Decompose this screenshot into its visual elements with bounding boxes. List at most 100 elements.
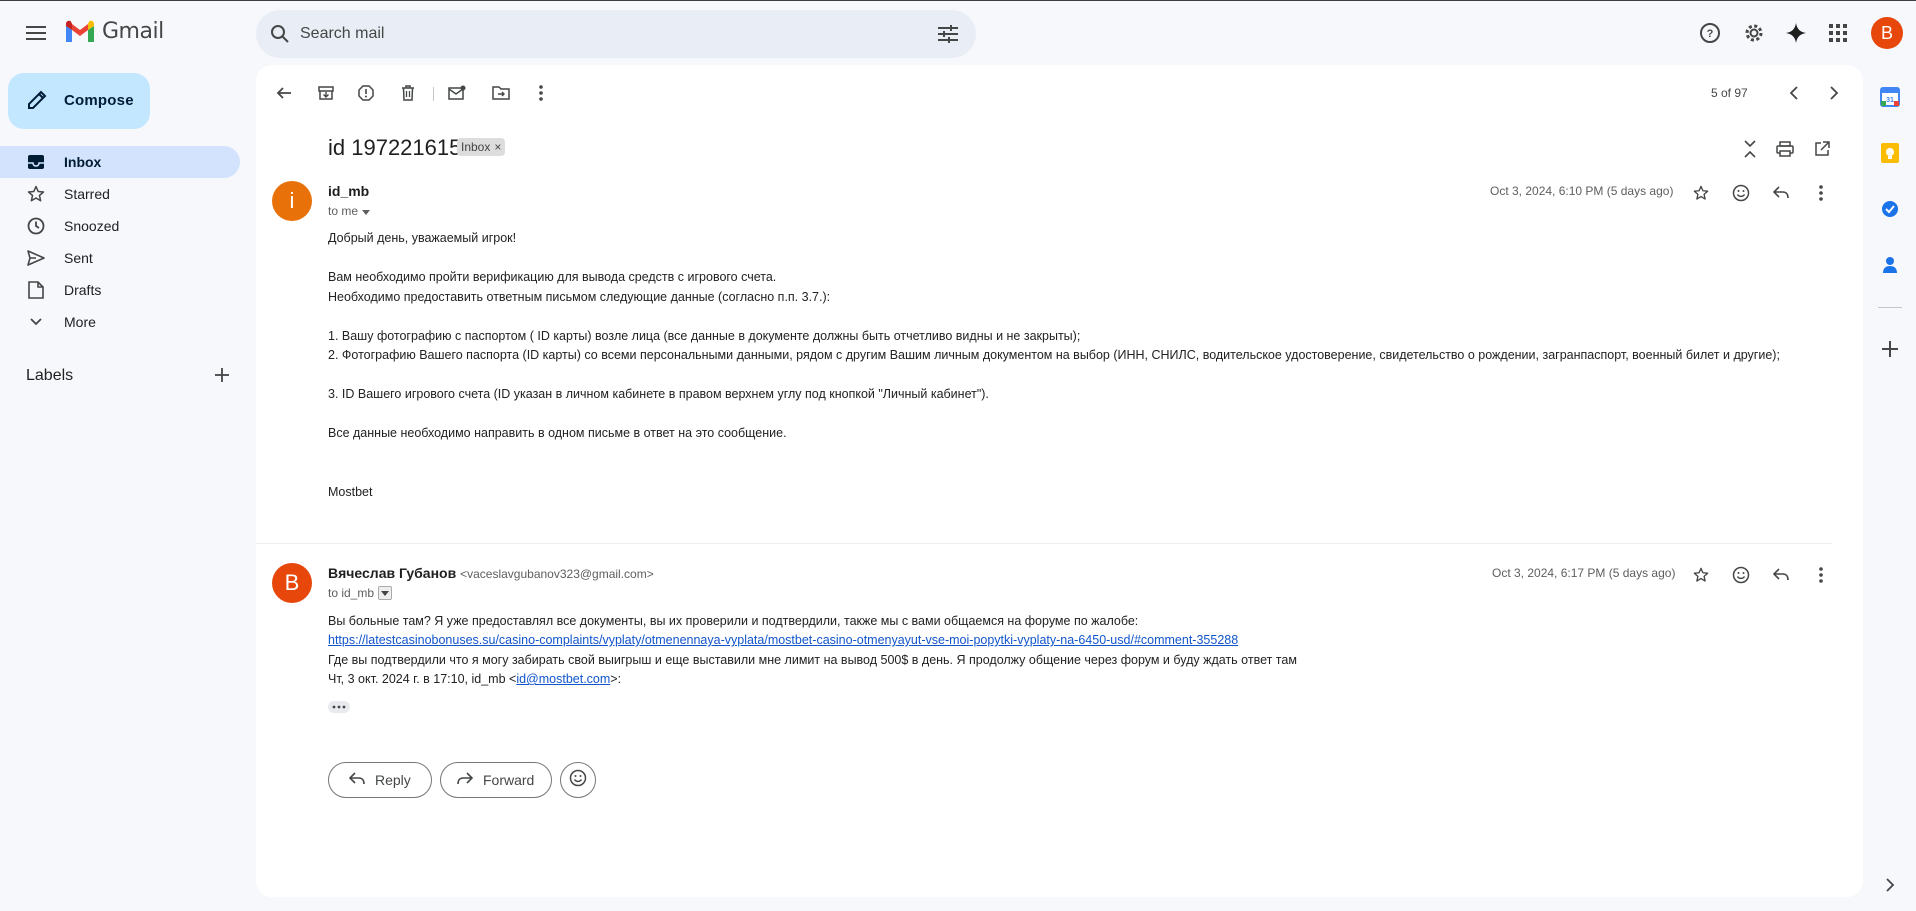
- clock-icon: [26, 216, 46, 236]
- recipient-text: to id_mb: [328, 586, 375, 600]
- emoji-react-icon[interactable]: [1727, 561, 1755, 589]
- sidebar-item-more[interactable]: More: [0, 306, 240, 338]
- expand-panel-chevron-icon[interactable]: [1878, 873, 1902, 897]
- complaint-link[interactable]: https://latestcasinobonuses.su/casino-co…: [328, 631, 1238, 650]
- svg-text:?: ?: [1707, 28, 1714, 40]
- help-icon[interactable]: ?: [1690, 13, 1730, 53]
- chevron-down-icon: [26, 312, 46, 332]
- star-icon[interactable]: [1687, 561, 1715, 589]
- more-vert-icon[interactable]: [1807, 179, 1835, 207]
- top-bar: Gmail ? B: [0, 1, 1916, 65]
- recipients-toggle[interactable]: to id_mb: [328, 586, 393, 600]
- sender-avatar[interactable]: В: [272, 563, 312, 603]
- forward-icon: [457, 771, 474, 789]
- quoted-header: Чт, 3 окт. 2024 г. в 17:10, id_mb <id@mo…: [328, 670, 621, 689]
- sidebar-nav: Inbox Starred Snoozed Sent Drafts More: [0, 146, 240, 338]
- recipients-toggle[interactable]: to me: [328, 204, 371, 218]
- sidebar-item-label: Inbox: [64, 154, 102, 170]
- account-avatar[interactable]: B: [1871, 17, 1903, 49]
- message-date: Oct 3, 2024, 6:10 PM (5 days ago): [1490, 184, 1674, 198]
- thread-subject: id 197221615: [328, 135, 462, 160]
- sidebar-item-starred[interactable]: Starred: [0, 178, 240, 210]
- add-label-plus-icon[interactable]: [210, 363, 234, 387]
- emoji-react-icon[interactable]: [1727, 179, 1755, 207]
- message-body-line: Все данные необходимо направить в одном …: [328, 426, 787, 440]
- more-vert-icon[interactable]: [525, 77, 557, 109]
- keep-icon[interactable]: [1878, 141, 1902, 165]
- report-spam-icon[interactable]: [350, 77, 382, 109]
- caret-down-icon: [378, 586, 393, 600]
- message-body-line: Необходимо предоставить ответным письмом…: [328, 290, 831, 304]
- apps-grid-icon[interactable]: [1818, 13, 1858, 53]
- toolbar-divider: [433, 87, 434, 101]
- gmail-logo[interactable]: Gmail: [64, 19, 164, 44]
- label-chip-inbox[interactable]: Inbox ×: [457, 138, 506, 156]
- show-trimmed-content-button[interactable]: [328, 701, 350, 713]
- more-vert-icon[interactable]: [1807, 561, 1835, 589]
- sidebar-item-label: More: [64, 314, 96, 330]
- star-icon[interactable]: [1687, 179, 1715, 207]
- settings-gear-icon[interactable]: [1734, 13, 1774, 53]
- sidebar-item-drafts[interactable]: Drafts: [0, 274, 240, 306]
- sidebar-item-sent[interactable]: Sent: [0, 242, 240, 274]
- svg-text:31: 31: [1886, 97, 1894, 104]
- search-input[interactable]: [300, 20, 900, 48]
- calendar-icon[interactable]: 31: [1878, 85, 1902, 109]
- message-body-line: 3. ID Вашего игрового счета (ID указан в…: [328, 387, 989, 401]
- older-chevron-right-icon[interactable]: [1818, 77, 1850, 109]
- inbox-icon: [26, 152, 46, 172]
- search-icon[interactable]: [268, 22, 292, 46]
- tasks-icon[interactable]: [1878, 197, 1902, 221]
- side-panel: 31: [1863, 65, 1916, 911]
- message-body-line: Добрый день, уважаемый игрок!: [328, 231, 517, 245]
- forward-button[interactable]: Forward: [440, 762, 552, 798]
- sender-avatar[interactable]: i: [272, 181, 312, 221]
- label-chip-text: Inbox: [461, 140, 491, 154]
- back-arrow-icon[interactable]: [268, 77, 300, 109]
- remove-label-close-icon[interactable]: ×: [494, 140, 501, 154]
- gemini-sparkle-icon[interactable]: [1776, 13, 1816, 53]
- collapse-all-icon[interactable]: [1736, 135, 1764, 163]
- delete-trash-icon[interactable]: [392, 77, 424, 109]
- reply-icon[interactable]: [1767, 179, 1795, 207]
- draft-icon: [26, 280, 46, 300]
- quote-email-link[interactable]: id@mostbet.com: [516, 672, 610, 686]
- sender-name[interactable]: id_mb: [328, 183, 369, 199]
- sidebar-item-inbox[interactable]: Inbox: [0, 146, 240, 178]
- newer-chevron-left-icon[interactable]: [1778, 77, 1810, 109]
- mark-unread-icon[interactable]: [441, 77, 473, 109]
- pagination-count: 5 of 97: [1711, 86, 1748, 100]
- compose-label: Compose: [64, 92, 134, 109]
- print-icon[interactable]: [1771, 135, 1799, 163]
- labels-header: Labels: [26, 367, 74, 384]
- sidebar-item-label: Sent: [64, 250, 93, 266]
- sidebar-item-snoozed[interactable]: Snoozed: [0, 210, 240, 242]
- sender-header[interactable]: Вячеслав Губанов <vaceslavgubanov323@gma…: [328, 565, 654, 581]
- message-body-line: 1. Вашу фотографию с паспортом ( ID карт…: [328, 329, 1081, 343]
- archive-icon[interactable]: [310, 77, 342, 109]
- get-addons-plus-icon[interactable]: [1878, 337, 1902, 361]
- open-new-window-icon[interactable]: [1808, 135, 1836, 163]
- sidebar-item-label: Starred: [64, 186, 110, 202]
- search-bar: [256, 10, 976, 58]
- contacts-icon[interactable]: [1878, 253, 1902, 277]
- move-to-folder-icon[interactable]: [485, 77, 517, 109]
- quote-suffix: >:: [610, 672, 622, 686]
- quote-prefix: Чт, 3 окт. 2024 г. в 17:10, id_mb <: [328, 672, 517, 686]
- forward-label: Forward: [483, 772, 535, 788]
- reply-button[interactable]: Reply: [328, 762, 432, 798]
- message-view-panel: 5 of 97 id 197221615 Inbox × i id_mb to …: [256, 65, 1863, 897]
- sidebar-item-label: Snoozed: [64, 218, 120, 234]
- compose-button[interactable]: Compose: [8, 73, 150, 129]
- message-divider: [256, 543, 1832, 544]
- sender-email: <vaceslavgubanov323@gmail.com>: [460, 567, 654, 581]
- reply-label: Reply: [375, 772, 411, 788]
- search-options-icon[interactable]: [936, 22, 960, 46]
- message-body-line: Вы больные там? Я уже предоставлял все д…: [328, 614, 1139, 628]
- message-signature: Mostbet: [328, 485, 373, 499]
- reply-icon[interactable]: [1767, 561, 1795, 589]
- gmail-m-icon: [66, 20, 94, 42]
- emoji-react-button[interactable]: [560, 762, 596, 798]
- main-menu-icon[interactable]: [20, 19, 52, 47]
- message-body-line: Где вы подтвердили что я могу забирать с…: [328, 653, 1297, 667]
